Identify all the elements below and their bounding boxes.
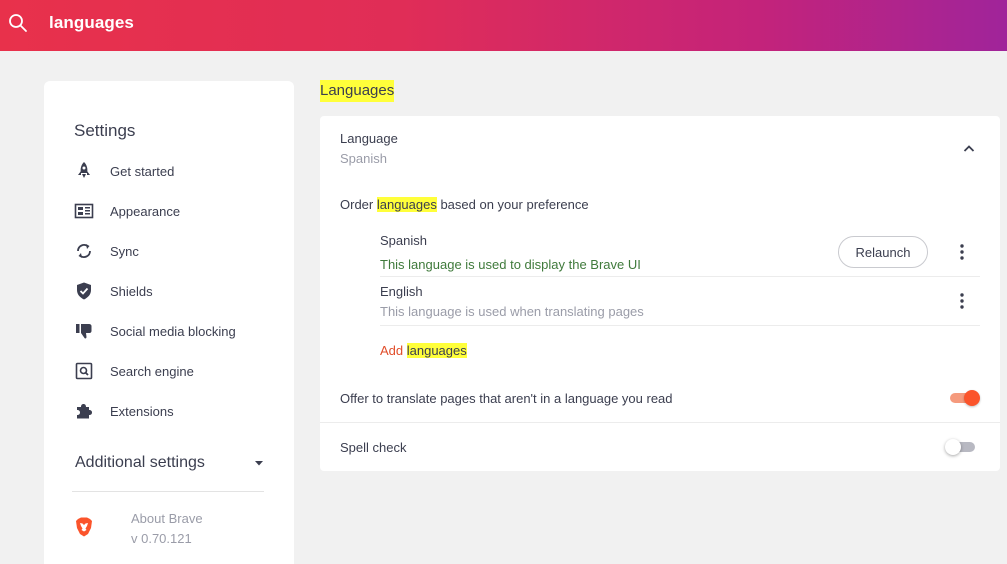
- top-search-bar: languages: [0, 0, 1007, 51]
- sidebar-item-extensions[interactable]: Extensions: [74, 399, 284, 423]
- languages-card: Language Spanish Order languages based o…: [320, 116, 1000, 471]
- language-row-name: Spanish: [380, 233, 427, 248]
- thumbs-down-icon: [76, 324, 92, 339]
- chevron-up-icon[interactable]: [960, 140, 978, 158]
- appearance-icon: [74, 203, 94, 219]
- add-languages-link[interactable]: Add languages: [380, 343, 467, 358]
- sidebar-title: Settings: [74, 121, 136, 140]
- shield-icon: [77, 282, 91, 300]
- sidebar-item-label: Social media blocking: [110, 323, 236, 339]
- more-vert-icon[interactable]: [952, 242, 972, 262]
- puzzle-icon: [77, 404, 92, 419]
- search-input[interactable]: languages: [49, 13, 134, 33]
- rocket-icon: [78, 162, 90, 178]
- relaunch-button[interactable]: Relaunch: [838, 236, 928, 268]
- caret-down-icon: [255, 461, 263, 466]
- order-languages-text: Order languages based on your preference: [340, 197, 589, 212]
- sidebar-item-label: Appearance: [110, 203, 181, 219]
- offer-translate-label: Offer to translate pages that aren't in …: [340, 391, 673, 406]
- add-prefix: Add: [380, 343, 407, 358]
- sidebar-item-label: Sync: [110, 243, 139, 259]
- sidebar-item-appearance[interactable]: Appearance: [74, 199, 284, 223]
- section-title: Languages: [320, 80, 395, 102]
- sidebar-divider: [72, 491, 264, 492]
- add-highlight: languages: [406, 343, 467, 358]
- additional-settings-toggle[interactable]: Additional settings: [75, 451, 265, 475]
- sidebar-item-label: Search engine: [110, 363, 194, 379]
- sidebar-item-label: Shields: [110, 283, 153, 299]
- version-label: v 0.70.121: [131, 531, 192, 546]
- row-divider: [380, 325, 980, 326]
- sidebar-item-get-started[interactable]: Get started: [74, 159, 284, 183]
- language-label: Language: [340, 131, 398, 146]
- sidebar-item-search-engine[interactable]: Search engine: [74, 359, 284, 383]
- sidebar-item-sync[interactable]: Sync: [74, 239, 284, 263]
- order-suffix: based on your preference: [436, 197, 589, 212]
- brave-lion-icon[interactable]: [74, 516, 94, 538]
- additional-settings-label: Additional settings: [75, 454, 205, 471]
- offer-translate-toggle[interactable]: [948, 389, 980, 407]
- sidebar-item-shields[interactable]: Shields: [74, 279, 284, 303]
- spell-check-label: Spell check: [340, 440, 407, 455]
- spell-check-toggle[interactable]: [945, 438, 977, 456]
- sidebar: Settings Get started Appearance Sync Shi…: [44, 81, 294, 564]
- row-divider: [380, 276, 980, 277]
- section-divider: [320, 422, 1000, 423]
- sidebar-item-social-media-blocking[interactable]: Social media blocking: [74, 319, 284, 343]
- language-row-desc: This language is used to display the Bra…: [380, 257, 641, 272]
- language-value: Spanish: [340, 151, 387, 166]
- more-vert-icon[interactable]: [952, 291, 972, 311]
- sidebar-item-label: Get started: [110, 163, 175, 179]
- toggle-knob: [945, 439, 961, 455]
- search-icon[interactable]: [8, 13, 28, 33]
- search-engine-icon: [75, 362, 93, 380]
- about-brave-link[interactable]: About Brave: [131, 511, 203, 526]
- language-row-name: English: [380, 284, 423, 299]
- language-row-desc: This language is used when translating p…: [380, 304, 644, 319]
- sidebar-item-label: Extensions: [110, 403, 174, 419]
- toggle-knob: [964, 390, 980, 406]
- sync-icon: [77, 244, 91, 258]
- order-highlight: languages: [376, 197, 437, 212]
- order-prefix: Order: [340, 197, 377, 212]
